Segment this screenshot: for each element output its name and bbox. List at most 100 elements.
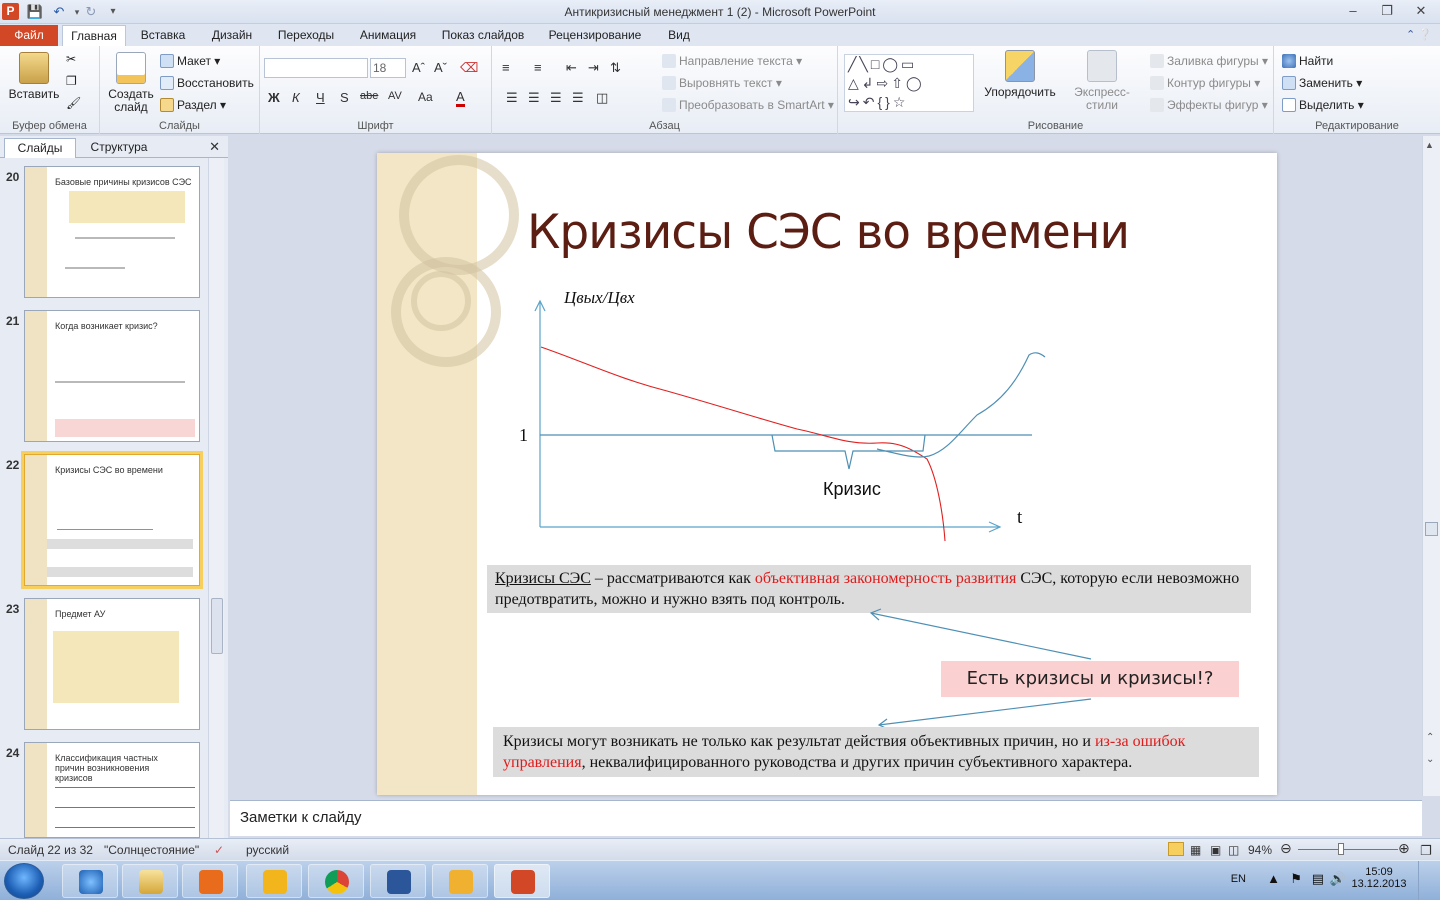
- slide-canvas[interactable]: Кризисы СЭС во времени Цвых/Цвх 1 t Криз…: [377, 153, 1277, 795]
- select-button[interactable]: Выделить ▾: [1282, 98, 1364, 112]
- start-button[interactable]: [4, 863, 44, 899]
- clock[interactable]: 15:09 13.12.2013: [1350, 866, 1408, 890]
- align-text-button[interactable]: Выровнять текст ▾: [662, 76, 782, 90]
- font-color-button[interactable]: A: [456, 90, 465, 107]
- font-size-combo[interactable]: 18: [370, 58, 406, 78]
- increase-indent-icon[interactable]: ⇥: [588, 60, 599, 76]
- normal-view-icon[interactable]: [1168, 842, 1184, 856]
- cut-icon[interactable]: ✂: [66, 52, 76, 66]
- smartart-button[interactable]: Преобразовать в SmartArt ▾: [662, 98, 834, 112]
- pane-scrollbar[interactable]: [208, 158, 224, 838]
- section-button[interactable]: Раздел ▾: [160, 98, 226, 112]
- slide-title[interactable]: Кризисы СЭС во времени: [527, 205, 1130, 260]
- zoom-level[interactable]: 94%: [1248, 843, 1272, 857]
- theme-name[interactable]: "Солнцестояние": [104, 843, 199, 857]
- volume-icon[interactable]: 🔊: [1330, 871, 1346, 887]
- fit-slide-icon[interactable]: ❐: [1420, 843, 1432, 859]
- language-bar[interactable]: EN: [1231, 873, 1246, 885]
- shapes-gallery[interactable]: ╱╲□◯▭ △↲⇨⇧◯ ↪↶{}☆: [844, 54, 974, 112]
- tab-transitions[interactable]: Переходы: [270, 25, 342, 46]
- tray-arrow-icon[interactable]: ▲: [1267, 871, 1280, 886]
- undo-icon[interactable]: ↶: [50, 3, 68, 21]
- taskbar-ie[interactable]: [62, 864, 118, 898]
- next-slide-icon[interactable]: ⌄: [1426, 754, 1434, 765]
- grow-font-icon[interactable]: Aˆ: [412, 60, 425, 75]
- editor-vertical-scrollbar[interactable]: ▲ ⌃ ⌄: [1422, 136, 1440, 796]
- powerpoint-app-icon[interactable]: P: [2, 3, 19, 20]
- tab-view[interactable]: Вид: [660, 25, 698, 46]
- tab-file[interactable]: Файл: [0, 25, 58, 46]
- columns-icon[interactable]: ◫: [596, 90, 608, 106]
- taskbar-outlook[interactable]: [246, 864, 302, 898]
- decrease-indent-icon[interactable]: ⇤: [566, 60, 577, 76]
- show-desktop-button[interactable]: [1418, 861, 1430, 900]
- shape-effects-button[interactable]: Эффекты фигур ▾: [1150, 98, 1268, 112]
- network-icon[interactable]: ▤: [1312, 871, 1324, 887]
- new-slide-button[interactable]: Создать слайд: [106, 52, 156, 114]
- tab-slideshow[interactable]: Показ слайдов: [436, 25, 530, 46]
- help-icon[interactable]: ⌃ ❔: [1406, 28, 1432, 41]
- tab-review[interactable]: Рецензирование: [542, 25, 648, 46]
- numbering-icon[interactable]: ≡: [534, 60, 542, 75]
- slide-thumbnail-23[interactable]: Предмет АУ: [24, 598, 200, 730]
- slide-sorter-icon[interactable]: ▦: [1190, 843, 1201, 857]
- arrange-button[interactable]: Упорядочить: [984, 50, 1056, 99]
- close-pane-icon[interactable]: ✕: [209, 139, 220, 155]
- slide-thumbnail-22[interactable]: Кризисы СЭС во времени: [21, 451, 203, 589]
- slideshow-view-icon[interactable]: ◫: [1228, 843, 1239, 857]
- taskbar-explorer[interactable]: [122, 864, 178, 898]
- pane-scroll-thumb[interactable]: [211, 598, 223, 654]
- bold-button[interactable]: Ж: [268, 90, 280, 105]
- spellcheck-icon[interactable]: ✓: [214, 843, 224, 857]
- paste-button[interactable]: Вставить: [6, 52, 62, 101]
- reset-button[interactable]: Восстановить: [160, 76, 254, 90]
- tab-animation[interactable]: Анимация: [352, 25, 424, 46]
- strike-button[interactable]: abe: [360, 90, 378, 102]
- flag-icon[interactable]: ⚑: [1290, 871, 1302, 887]
- clear-format-icon[interactable]: ⌫: [460, 60, 478, 76]
- editor-scroll-thumb[interactable]: [1425, 522, 1438, 536]
- scroll-up-icon[interactable]: ▲: [1425, 140, 1434, 150]
- tab-outline[interactable]: Структура: [80, 138, 158, 158]
- taskbar-powerpoint[interactable]: [494, 864, 550, 898]
- font-name-combo[interactable]: [264, 58, 368, 78]
- italic-button[interactable]: К: [292, 90, 300, 105]
- minimize-icon[interactable]: –: [1338, 2, 1368, 20]
- zoom-out-icon[interactable]: ⊖: [1280, 840, 1292, 857]
- align-right-icon[interactable]: ☰: [550, 90, 562, 106]
- line-spacing-icon[interactable]: ⇅: [610, 60, 621, 76]
- align-left-icon[interactable]: ☰: [506, 90, 518, 106]
- prev-slide-icon[interactable]: ⌃: [1426, 732, 1434, 743]
- format-painter-icon[interactable]: 🖌: [66, 96, 81, 110]
- slide-thumbnail-24[interactable]: Классификация частных причин возникновен…: [24, 742, 200, 838]
- zoom-slider-handle[interactable]: [1338, 843, 1344, 855]
- redo-icon[interactable]: ↻: [82, 3, 100, 21]
- tab-slides[interactable]: Слайды: [4, 138, 76, 158]
- restore-icon[interactable]: ❐: [1372, 2, 1402, 20]
- align-center-icon[interactable]: ☰: [528, 90, 540, 106]
- zoom-in-icon[interactable]: ⊕: [1398, 840, 1410, 857]
- zoom-slider-track[interactable]: [1298, 849, 1398, 850]
- layout-button[interactable]: Макет ▾: [160, 54, 220, 68]
- text-direction-button[interactable]: Направление текста ▾: [662, 54, 802, 68]
- taskbar-media[interactable]: [182, 864, 238, 898]
- notes-pane[interactable]: Заметки к слайду: [230, 800, 1422, 836]
- taskbar-chrome[interactable]: [308, 864, 364, 898]
- crisis-chart[interactable]: Цвых/Цвх 1 t Кризис: [497, 283, 1057, 553]
- justify-icon[interactable]: ☰: [572, 90, 584, 106]
- slide-thumbnail-21[interactable]: Когда возникает кризис?: [24, 310, 200, 442]
- customize-qat-icon[interactable]: ▾: [104, 3, 122, 21]
- close-window-icon[interactable]: ✕: [1406, 2, 1436, 20]
- spacing-button[interactable]: AV: [388, 90, 402, 102]
- tab-design[interactable]: Дизайн: [202, 25, 262, 46]
- errors-box[interactable]: Кризисы могут возникать не только как ре…: [493, 727, 1259, 777]
- shape-outline-button[interactable]: Контур фигуры ▾: [1150, 76, 1260, 90]
- change-case-button[interactable]: Aa: [418, 90, 433, 104]
- copy-icon[interactable]: ❐: [66, 74, 77, 88]
- shrink-font-icon[interactable]: Aˇ: [434, 60, 447, 75]
- reading-view-icon[interactable]: ▣: [1210, 843, 1221, 857]
- bullets-icon[interactable]: ≡: [502, 60, 510, 75]
- tab-insert[interactable]: Вставка: [134, 25, 192, 46]
- taskbar-word[interactable]: [370, 864, 426, 898]
- save-icon[interactable]: 💾: [26, 3, 44, 21]
